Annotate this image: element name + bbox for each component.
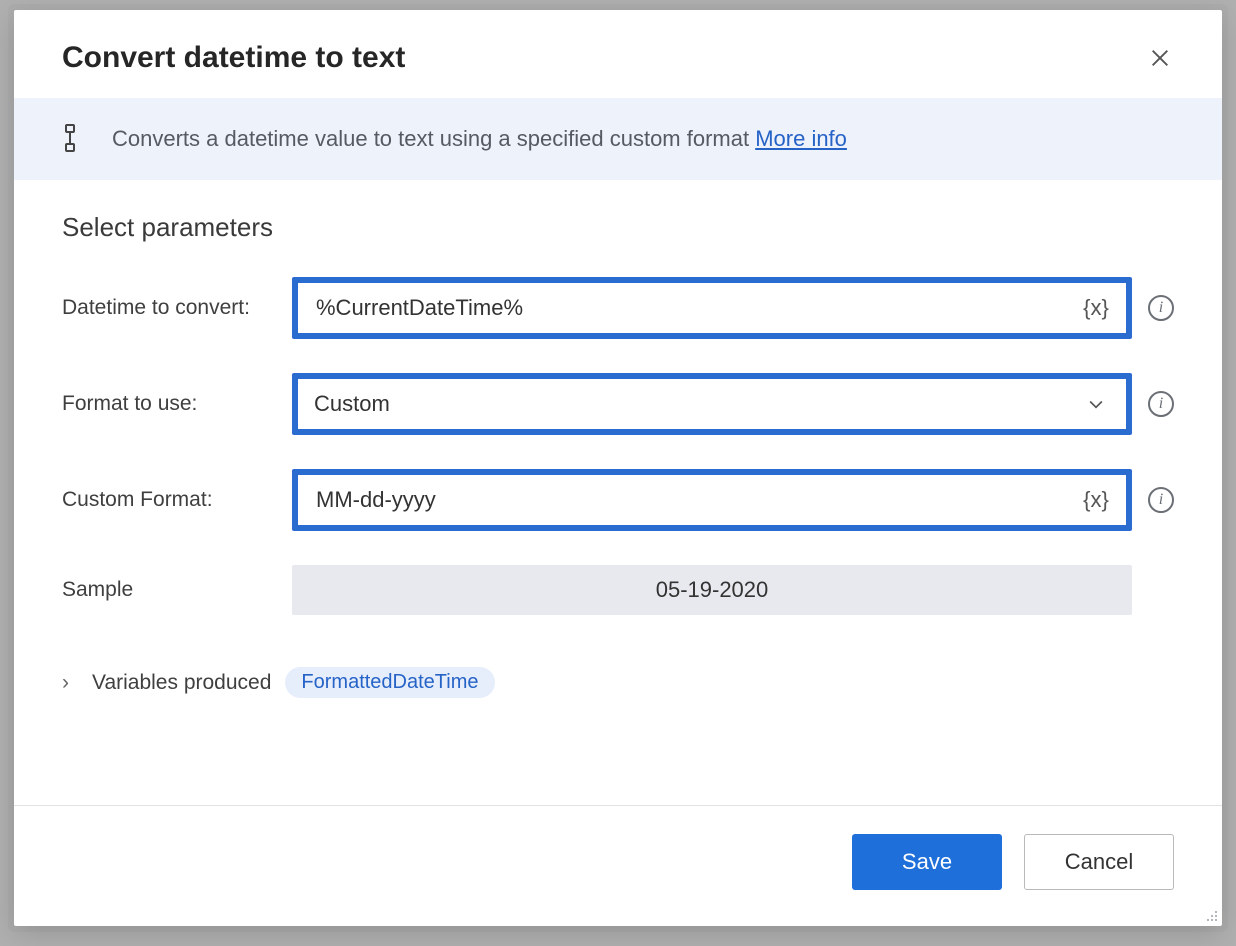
dialog-header: Convert datetime to text — [14, 10, 1222, 98]
row-custom-format: Custom Format: {x} i — [62, 469, 1174, 531]
info-icon[interactable]: i — [1148, 487, 1174, 513]
chevron-down-icon — [1082, 390, 1110, 418]
chevron-right-icon: › — [62, 671, 78, 695]
variable-chip-formatted-datetime[interactable]: FormattedDateTime — [285, 667, 494, 698]
format-to-use-select[interactable]: Custom — [292, 373, 1132, 435]
info-icon[interactable]: i — [1148, 295, 1174, 321]
variables-produced-label: Variables produced — [92, 671, 271, 695]
custom-format-input[interactable] — [314, 475, 1082, 525]
description-text: Converts a datetime value to text using … — [112, 126, 847, 152]
variable-picker-icon[interactable]: {x} — [1082, 486, 1110, 514]
row-format-to-use: Format to use: Custom i — [62, 373, 1174, 435]
close-button[interactable] — [1142, 40, 1178, 76]
format-to-use-value: Custom — [314, 391, 1082, 417]
sample-output: 05-19-2020 — [292, 565, 1132, 615]
sample-label: Sample — [62, 578, 292, 602]
save-button[interactable]: Save — [852, 834, 1002, 890]
custom-format-field[interactable]: {x} — [292, 469, 1132, 531]
dialog-title: Convert datetime to text — [62, 41, 405, 75]
variable-picker-icon[interactable]: {x} — [1082, 294, 1110, 322]
variables-produced-section[interactable]: › Variables produced FormattedDateTime — [62, 667, 1174, 698]
row-datetime-to-convert: Datetime to convert: {x} i — [62, 277, 1174, 339]
datetime-to-convert-field[interactable]: {x} — [292, 277, 1132, 339]
custom-format-label: Custom Format: — [62, 488, 292, 512]
dialog-body: Select parameters Datetime to convert: {… — [14, 180, 1222, 805]
info-icon[interactable]: i — [1148, 391, 1174, 417]
more-info-link[interactable]: More info — [755, 126, 847, 151]
dialog-footer: Save Cancel — [14, 805, 1222, 926]
datetime-to-convert-label: Datetime to convert: — [62, 296, 292, 320]
row-sample: Sample 05-19-2020 — [62, 565, 1174, 615]
description-band: Converts a datetime value to text using … — [14, 98, 1222, 180]
action-icon — [62, 124, 86, 154]
description-text-content: Converts a datetime value to text using … — [112, 126, 755, 151]
convert-datetime-dialog: Convert datetime to text Converts a date… — [14, 10, 1222, 926]
parameters-section-title: Select parameters — [62, 212, 1174, 243]
format-to-use-label: Format to use: — [62, 392, 292, 416]
close-icon — [1149, 47, 1171, 69]
datetime-to-convert-input[interactable] — [314, 283, 1082, 333]
cancel-button[interactable]: Cancel — [1024, 834, 1174, 890]
resize-grip-icon[interactable] — [1202, 906, 1218, 922]
